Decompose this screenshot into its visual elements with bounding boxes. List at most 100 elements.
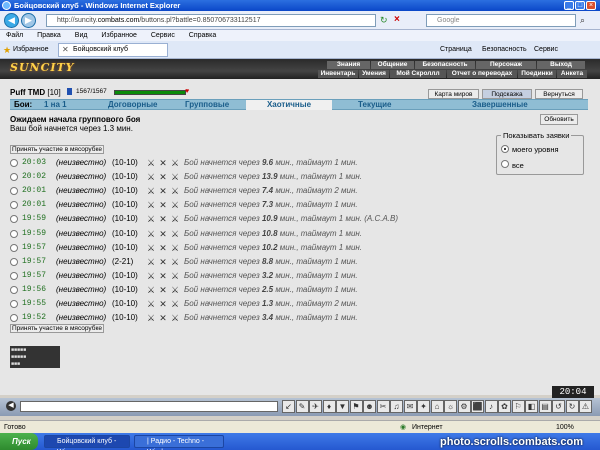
refresh-button[interactable]: Обновить (540, 114, 578, 125)
minimize-button[interactable]: _ (564, 1, 574, 10)
back-arrow-icon[interactable]: ◀ (4, 13, 19, 28)
accept-button-bottom[interactable]: Принять участие в мясорубке (10, 324, 104, 333)
request-radio[interactable] (10, 243, 18, 252)
chat-tool-icon[interactable]: ✦ (417, 400, 430, 413)
chat-tool-icon[interactable]: ↻ (565, 400, 579, 413)
chat-tool-icon[interactable]: ⚐ (511, 400, 525, 413)
menu-tools[interactable]: Сервис (151, 32, 175, 39)
request-radio[interactable] (10, 314, 18, 323)
battle-type-icon: ⚔ (170, 200, 180, 211)
request-radio[interactable] (10, 300, 18, 308)
browser-tab[interactable]: ✕ Бойцовский клуб (58, 43, 168, 57)
request-radio[interactable] (10, 229, 18, 238)
refresh-icon[interactable]: ↻ (380, 15, 392, 26)
address-bar: ◀ ▶ http://suncity.combats.com/buttons.p… (0, 11, 600, 30)
request-time: 19:52 (22, 313, 47, 323)
nav-communication[interactable]: Общение (371, 61, 414, 69)
nav-exit[interactable]: Выход (537, 61, 585, 69)
chat-tool-icon[interactable]: ♦ (322, 400, 336, 413)
chat-tool-icon[interactable]: ⚙ (457, 400, 471, 413)
tab-1v1[interactable]: 1 на 1 (44, 100, 67, 110)
menu-help[interactable]: Справка (189, 32, 216, 39)
accept-button-top[interactable]: Принять участие в мясорубке (10, 145, 104, 154)
nav-character[interactable]: Персонаж (476, 61, 536, 69)
chat-tool-icon[interactable]: ✂ (376, 400, 390, 413)
request-description: Бой начнется через 3.2 мин., таймаут 1 м… (184, 270, 358, 280)
search-icon[interactable]: ⌕ (580, 15, 585, 26)
nav-knowledge[interactable]: Знания (327, 61, 370, 69)
star-icon[interactable]: ★ (3, 41, 11, 59)
close-button[interactable]: × (586, 1, 596, 10)
chat-tool-icon[interactable]: ⬛ (471, 400, 484, 413)
chat-tool-icon[interactable]: ▤ (538, 400, 552, 413)
world-map-button[interactable]: Карта миров (428, 89, 479, 99)
tab-chaotic[interactable]: Хаотичные (246, 100, 332, 110)
request-name: (неизвестно) (56, 270, 107, 280)
request-time: 19:59 (22, 214, 47, 224)
search-input[interactable]: Google (426, 14, 576, 27)
filter-legend: Показывать заявки (501, 131, 572, 140)
battle-type-icon: ⚔ (170, 284, 180, 295)
return-button[interactable]: Вернуться (535, 89, 583, 99)
chat-tool-icon[interactable]: ⚑ (349, 400, 363, 413)
task-combats[interactable]: Бойцовский клуб - Wi... (44, 435, 130, 450)
chat-tool-icon[interactable]: ↺ (552, 400, 565, 413)
request-radio[interactable] (10, 271, 18, 280)
chat-toggle-icon[interactable]: ◀ (6, 401, 16, 411)
url-input[interactable]: http://suncity.combats.com/buttons.pl?ba… (46, 14, 376, 27)
battle-type-icon: ⚔ (170, 299, 180, 309)
chat-tool-icon[interactable]: ☼ (444, 400, 457, 413)
menu-view[interactable]: Вид (75, 32, 88, 39)
filter-my-level-radio[interactable] (501, 145, 509, 153)
start-button[interactable]: Пуск (0, 433, 38, 450)
request-radio[interactable] (10, 215, 18, 224)
battle-type-icon: ⚔ (170, 313, 180, 324)
security-menu[interactable]: Безопасность (482, 41, 527, 59)
maximize-button[interactable]: □ (575, 1, 585, 10)
request-radio[interactable] (10, 257, 18, 266)
tab-current[interactable]: Текущие (358, 100, 392, 110)
chat-tool-icon[interactable]: ✿ (498, 400, 511, 413)
menu-file[interactable]: Файл (6, 32, 23, 39)
info-icon[interactable] (67, 88, 72, 95)
subnav-profile[interactable]: Анкета (557, 70, 587, 78)
tab-arranged[interactable]: Договорные (108, 100, 158, 110)
chat-tool-icon[interactable]: ⚠ (579, 400, 592, 413)
subnav-scroll[interactable]: Мой Скроллл (390, 70, 446, 78)
chat-tool-icon[interactable]: ▼ (336, 400, 349, 413)
task-radio[interactable]: | Радио - Techno - Wind... (134, 435, 224, 450)
menu-favorites[interactable]: Избранное (101, 32, 136, 39)
request-radio[interactable] (10, 285, 18, 294)
tab-group[interactable]: Групповые (185, 100, 229, 110)
chat-tool-icon[interactable]: ✈ (309, 400, 322, 413)
chat-tool-icon[interactable]: ♫ (390, 400, 403, 413)
subnav-transfers[interactable]: Отчет о переводах (447, 70, 517, 78)
request-level: (10-10) (112, 158, 138, 167)
favorites-button[interactable]: Избранное (13, 41, 48, 59)
request-radio[interactable] (10, 201, 18, 210)
chat-tool-icon[interactable]: ↙ (282, 400, 295, 413)
chat-tool-icon[interactable]: ✎ (295, 400, 309, 413)
nav-security[interactable]: Безопасность (415, 61, 475, 69)
filter-all-radio[interactable] (501, 160, 509, 168)
stop-icon[interactable]: × (394, 14, 406, 25)
chat-tool-icon[interactable]: ✉ (403, 400, 417, 413)
chat-input[interactable] (20, 401, 278, 412)
request-radio[interactable] (10, 173, 18, 182)
hint-button[interactable]: Подсказка (482, 89, 532, 99)
subnav-fights[interactable]: Поединки (518, 70, 556, 78)
subnav-skills[interactable]: Умения (359, 70, 389, 78)
request-radio[interactable] (10, 159, 18, 167)
subnav-inventory[interactable]: Инвентарь (318, 70, 358, 78)
chat-tool-icon[interactable]: ☻ (363, 400, 376, 413)
page-menu[interactable]: Страница (440, 41, 472, 59)
chat-tool-icon[interactable]: ♪ (484, 400, 498, 413)
menu-edit[interactable]: Правка (37, 32, 61, 39)
battle-type-icon: ⚔ (146, 284, 156, 295)
tab-finished[interactable]: Завершенные (472, 100, 528, 110)
tools-menu[interactable]: Сервис (534, 41, 558, 59)
chat-tool-icon[interactable]: ⌂ (430, 400, 444, 413)
forward-arrow-icon[interactable]: ▶ (21, 13, 36, 28)
request-radio[interactable] (10, 187, 18, 196)
chat-tool-icon[interactable]: ◧ (525, 400, 538, 413)
